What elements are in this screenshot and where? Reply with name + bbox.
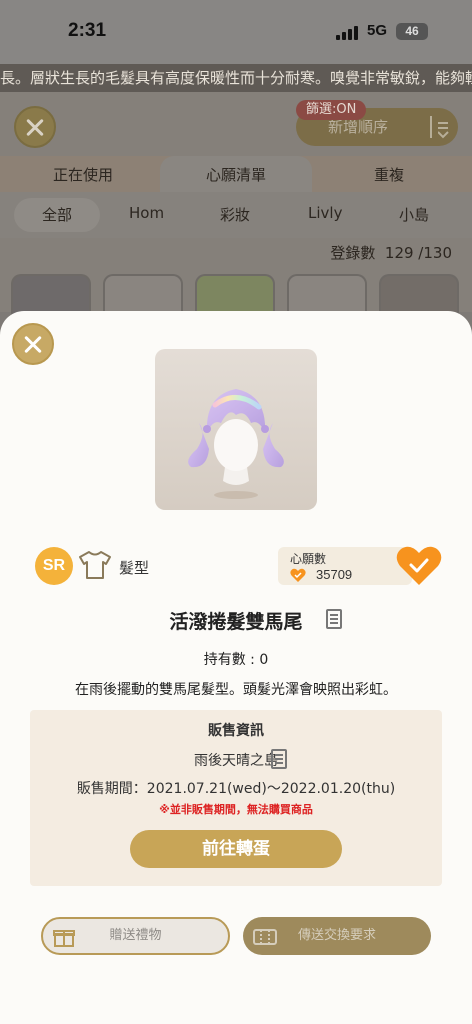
background-subtabs: 全部 Hom 彩妝 Livly 小島 (0, 192, 472, 238)
network-label: 5G (367, 22, 388, 39)
item-preview-image (155, 349, 317, 510)
item-name: 活潑捲髮雙馬尾 (169, 611, 303, 633)
trade-label: 傳送交換要求 (297, 928, 376, 943)
background-app: 新增順序 篩選:ON 正在使用 心願清單 重複 全部 Hom 彩妝 Livly … (0, 92, 472, 318)
status-time: 2:31 (68, 20, 107, 41)
tab-in-use: 正在使用 (53, 166, 114, 184)
item-detail-modal: SR 髮型 心願數 35709 活潑捲髮雙馬尾 持有數 : 0 在雨後擺動的雙馬… (0, 311, 472, 1024)
wish-count-box: 心願數 35709 (278, 547, 412, 585)
subtab-hom: Hom (129, 204, 165, 222)
location-document-icon[interactable] (271, 749, 287, 769)
sale-info-title: 販售資訊 (208, 723, 264, 739)
go-to-gacha-button[interactable]: 前往轉蛋 (130, 830, 342, 868)
close-button[interactable] (12, 323, 54, 365)
tab-duplicate: 重複 (374, 166, 405, 184)
subtab-all: 全部 (42, 206, 73, 224)
status-bar: 2:31 5G 46 (0, 0, 472, 64)
document-icon[interactable] (326, 609, 342, 629)
send-gift-button[interactable]: 贈送禮物 (41, 917, 230, 955)
heart-icon (290, 568, 306, 583)
sale-location: 雨後天晴之島 (194, 753, 278, 769)
wishlist-heart-button[interactable] (396, 545, 442, 587)
background-tabs: 正在使用 心願清單 重複 (0, 156, 472, 192)
item-description: 在雨後擺動的雙馬尾髮型。頭髮光澤會映照出彩虹。 (75, 682, 397, 698)
gift-label: 贈送禮物 (109, 928, 162, 943)
ticket-icon (253, 925, 277, 945)
sort-label: 新增順序 (328, 118, 389, 136)
sale-period: 販售期間：2021.07.21(wed)～2022.01.20(thu) (76, 781, 396, 797)
subtab-livly: Livly (308, 204, 343, 222)
rarity-badge: SR (35, 547, 73, 585)
description-ticker: 長。層狀生長的毛髮具有高度保暖性而十分耐寒。嗅覺非常敏銳，能夠輕 (0, 64, 472, 92)
clothing-icon (78, 549, 112, 581)
wish-count-value: 35709 (316, 567, 353, 582)
category-label: 髮型 (119, 559, 150, 577)
background-thumbnails (0, 274, 472, 318)
subtab-island: 小島 (399, 206, 430, 224)
ticker-text: 長。層狀生長的毛髮具有高度保暖性而十分耐寒。嗅覺非常敏銳，能夠輕 (0, 69, 472, 87)
sale-info-box: 販售資訊 雨後天晴之島 販售期間：2021.07.21(wed)～2022.01… (30, 710, 442, 886)
battery-icon: 46 (396, 23, 428, 40)
trade-request-button[interactable]: 傳送交換要求 (243, 917, 431, 955)
owned-count: 持有數 : 0 (203, 652, 269, 668)
gift-icon (53, 927, 75, 947)
subtab-makeup: 彩妝 (220, 206, 251, 224)
background-close-icon (14, 106, 56, 148)
filter-badge: 篩選:ON (296, 100, 367, 120)
tab-wishlist: 心願清單 (206, 166, 267, 184)
sort-icon (430, 116, 449, 139)
signal-icon (336, 24, 360, 40)
sale-warning: ※並非販售期間，無法購買商品 (159, 803, 313, 816)
registered-count: 登錄數 129 /130 (330, 244, 452, 262)
wish-count-label: 心願數 (290, 552, 327, 566)
